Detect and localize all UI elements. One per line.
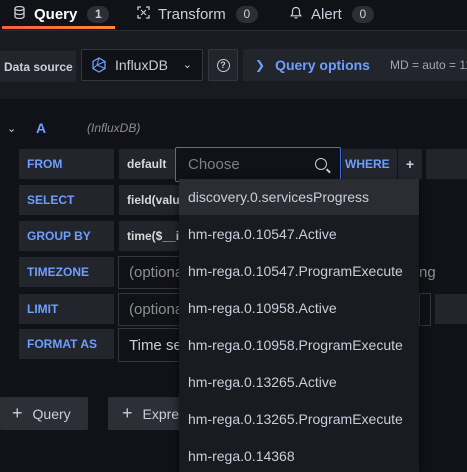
chevron-down-icon: ⌄: [182, 59, 192, 71]
timezone-input[interactable]: (optiona: [118, 256, 181, 289]
measurement-option[interactable]: hm-rega.0.10958.ProgramExecute: [179, 326, 419, 363]
measurement-option[interactable]: hm-rega.0.14368: [179, 437, 419, 472]
measurement-option[interactable]: hm-rega.0.10547.ProgramExecute: [179, 252, 419, 289]
tab-query-label: Query: [34, 5, 78, 23]
tab-query-count: 1: [87, 5, 110, 23]
collapse-chevron-icon[interactable]: ⌄: [7, 122, 16, 135]
search-icon: [315, 158, 327, 170]
tab-transform[interactable]: Transform 0: [136, 0, 258, 28]
select-field-segment[interactable]: field(valu: [119, 185, 181, 215]
question-circle-icon: ?: [216, 58, 230, 72]
tab-query[interactable]: Query 1: [1, 0, 116, 29]
database-icon: [12, 5, 26, 22]
measurement-option[interactable]: hm-rega.0.13265.ProgramExecute: [179, 400, 419, 437]
query-options-toggle[interactable]: ❯ Query options MD = auto = 11: [243, 49, 467, 81]
editor-tab-bar: Query 1 Transform 0 Alert 0: [0, 0, 467, 29]
group-by-label: GROUP BY: [19, 221, 114, 251]
timezone-label: TIMEZONE: [19, 257, 114, 287]
query-options-title: Query options: [275, 57, 370, 73]
group-by-time-segment[interactable]: time($__i: [119, 221, 181, 251]
add-query-button-label: Query: [32, 405, 71, 422]
slimit-input[interactable]: [419, 293, 431, 326]
select-label: SELECT: [19, 185, 114, 215]
tab-transform-label: Transform: [158, 5, 226, 23]
measurement-option[interactable]: hm-rega.0.13265.Active: [179, 363, 419, 400]
tab-alert[interactable]: Alert 0: [289, 0, 374, 28]
from-label: FROM: [19, 149, 114, 179]
retention-policy-segment[interactable]: default: [119, 149, 175, 179]
where-label: WHERE: [342, 149, 397, 179]
tab-alert-label: Alert: [311, 5, 342, 23]
transform-icon: [136, 6, 150, 22]
query-options-summary: MD = auto = 11: [389, 58, 467, 72]
measurement-search-placeholder: Choose: [188, 156, 240, 173]
format-as-select[interactable]: Time se: [118, 328, 181, 362]
measurement-search-input[interactable]: Choose: [175, 147, 341, 182]
query-ref-id[interactable]: A: [36, 120, 46, 136]
datasource-row: Data source InfluxDB ⌄ ? ❯ Query options…: [0, 31, 467, 99]
datasource-picker[interactable]: InfluxDB ⌄: [81, 49, 203, 81]
measurement-option[interactable]: hm-rega.0.10547.Active: [179, 215, 419, 252]
format-as-label: FORMAT AS: [19, 329, 114, 359]
timezone-trailing-text: ng: [419, 263, 436, 281]
measurement-option[interactable]: hm-rega.0.10958.Active: [179, 289, 419, 326]
influxdb-logo-icon: [91, 57, 107, 73]
query-row-header: ⌄ A (InfluxDB): [0, 117, 467, 139]
datasource-help-button[interactable]: ?: [208, 49, 238, 81]
bell-icon: [289, 6, 303, 22]
chevron-right-icon: ❯: [255, 58, 266, 72]
measurement-dropdown: discovery.0.servicesProgress hm-rega.0.1…: [179, 179, 419, 472]
add-expression-button-label: Expre: [142, 405, 180, 422]
limit-row-filler: [435, 294, 467, 324]
limit-input[interactable]: (optiona: [118, 293, 181, 326]
tab-transform-count: 0: [235, 5, 258, 23]
query-datasource-name: (InfluxDB): [87, 121, 141, 135]
plus-icon: +: [12, 403, 23, 423]
tab-alert-count: 0: [351, 5, 374, 23]
add-expression-button[interactable]: + Expre: [108, 397, 181, 430]
limit-label: LIMIT: [19, 294, 114, 324]
measurement-option[interactable]: discovery.0.servicesProgress: [179, 179, 419, 215]
add-query-button[interactable]: + Query: [0, 397, 88, 430]
from-row-filler: [426, 149, 467, 179]
plus-icon: +: [122, 403, 133, 423]
add-where-button[interactable]: +: [398, 149, 422, 179]
datasource-picker-value: InfluxDB: [115, 57, 168, 73]
datasource-label: Data source: [0, 51, 76, 82]
